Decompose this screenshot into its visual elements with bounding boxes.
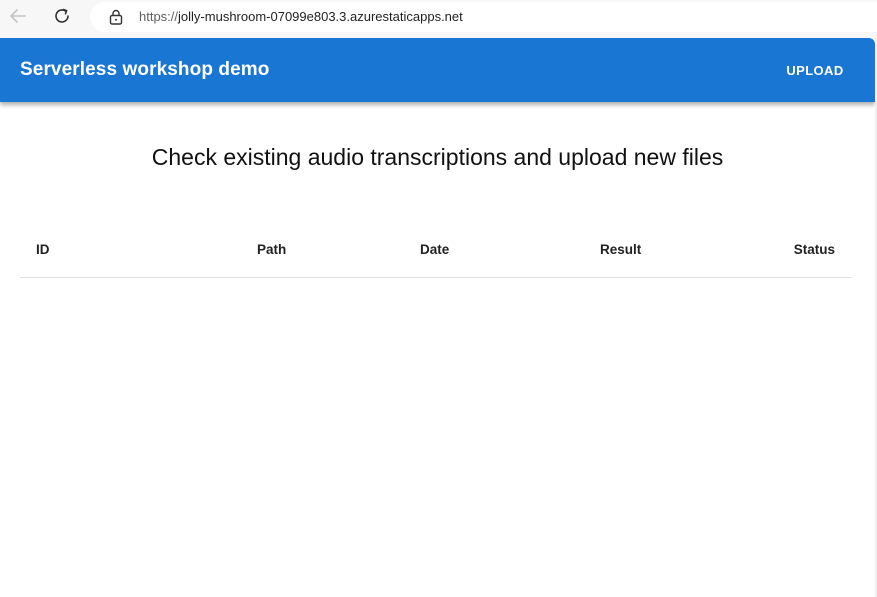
app-title: Serverless workshop demo (20, 59, 270, 80)
lock-icon (109, 9, 123, 25)
url-host: jolly-mushroom-07099e803.3.azurestaticap… (178, 9, 463, 24)
url-scheme: https:// (139, 9, 179, 24)
column-header-status[interactable]: Status (794, 242, 835, 257)
column-header-id[interactable]: ID (36, 242, 50, 257)
page-heading: Check existing audio transcriptions and … (151, 144, 724, 170)
reload-icon (55, 8, 69, 23)
back-button[interactable] (5, 5, 31, 27)
app-viewport: Serverless workshop demo UPLOAD Check ex… (0, 38, 875, 597)
upload-button[interactable]: UPLOAD (776, 54, 854, 86)
app-bar: Serverless workshop demo UPLOAD (0, 38, 875, 102)
column-header-date[interactable]: Date (420, 242, 449, 257)
address-bar[interactable]: https://jolly-mushroom-07099e803.3.azure… (90, 2, 877, 32)
column-header-path[interactable]: Path (257, 242, 286, 257)
reload-button[interactable] (49, 5, 75, 27)
column-header-result[interactable]: Result (600, 242, 641, 257)
arrow-left-icon (10, 9, 26, 23)
transcriptions-table-header: ID Path Date Result Status (20, 210, 851, 278)
url-text[interactable]: https://jolly-mushroom-07099e803.3.azure… (139, 9, 463, 24)
browser-toolbar: https://jolly-mushroom-07099e803.3.azure… (0, 0, 877, 38)
